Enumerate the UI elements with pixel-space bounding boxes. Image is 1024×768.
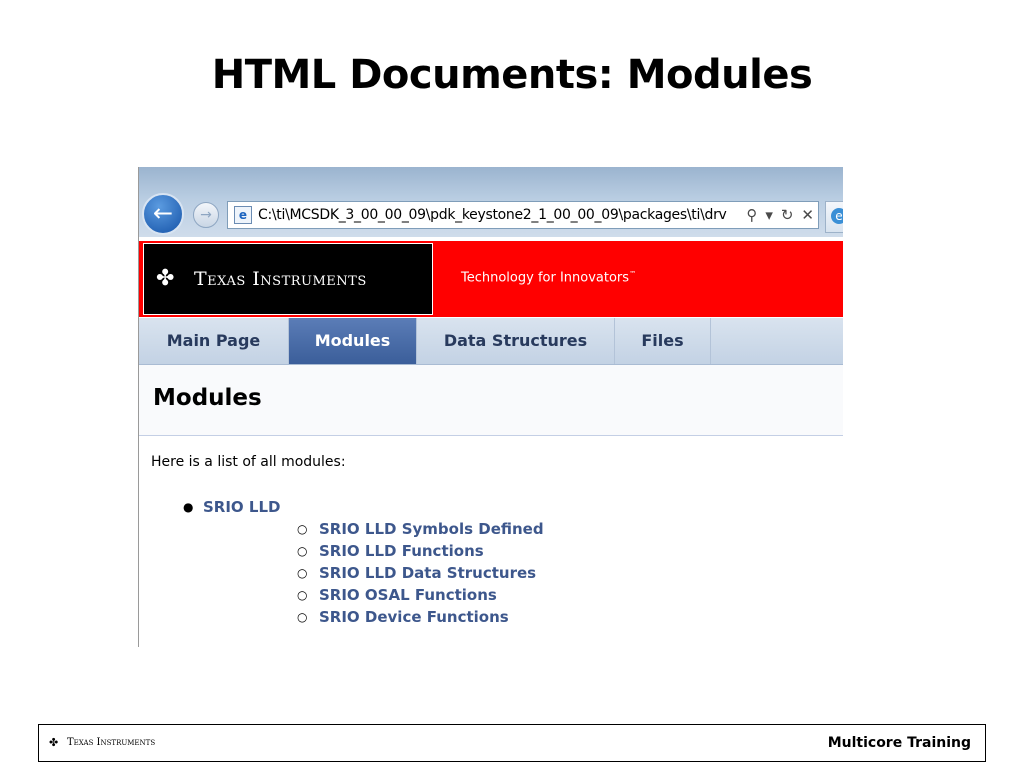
list-item: ○ SRIO LLD Symbols Defined (203, 518, 544, 540)
bullet-circle-icon: ○ (297, 588, 308, 602)
module-link[interactable]: SRIO OSAL Functions (319, 586, 497, 604)
browser-toolbar: ← → e C:\ti\MCSDK_3_00_00_09\pdk_keyston… (139, 167, 843, 237)
slide-title: HTML Documents: Modules (211, 52, 813, 98)
search-icon[interactable]: ⚲ (746, 206, 757, 224)
list-item: ○ SRIO OSAL Functions (203, 584, 544, 606)
bullet-disc-icon: ● (183, 500, 194, 514)
ti-bug-icon: ✤ (49, 736, 59, 749)
ti-wordmark: Texas Instruments (194, 268, 367, 290)
ie-tab-icon: e (831, 208, 843, 224)
page-title: Modules (153, 385, 262, 411)
module-link[interactable]: SRIO Device Functions (319, 608, 509, 626)
back-arrow-icon[interactable]: ← (142, 193, 184, 235)
forward-arrow-icon[interactable]: → (193, 202, 219, 228)
bullet-circle-icon: ○ (297, 610, 308, 624)
module-link[interactable]: SRIO LLD Functions (319, 542, 484, 560)
address-tools: ⚲ ▾ ↻ ✕ (738, 202, 818, 228)
dropdown-arrow-icon[interactable]: ▾ (765, 206, 773, 224)
page-header: Modules (139, 365, 843, 436)
list-item: ○ SRIO LLD Data Structures (203, 562, 544, 584)
tab-modules[interactable]: Modules (289, 318, 417, 364)
list-item: ● SRIO LLD ○ SRIO LLD Symbols Defined ○ SR… (139, 496, 544, 628)
ti-bug-icon: ✤ (156, 266, 175, 291)
address-text[interactable]: C:\ti\MCSDK_3_00_00_09\pdk_keystone2_1_0… (258, 207, 727, 223)
list-item: ○ SRIO LLD Functions (203, 540, 544, 562)
close-icon[interactable]: ✕ (801, 206, 814, 224)
tagline-trademark: ™ (629, 270, 637, 278)
footer-brand: Texas Instruments (67, 737, 156, 748)
module-link-srio-lld[interactable]: SRIO LLD (203, 498, 280, 516)
intro-text: Here is a list of all modules: (151, 454, 346, 470)
module-list: ● SRIO LLD ○ SRIO LLD Symbols Defined ○ SR… (139, 496, 544, 628)
footer-title: Multicore Training (827, 735, 971, 751)
ie-page-icon: e (234, 206, 252, 224)
tagline-text: Technology for Innovators (461, 270, 630, 286)
module-link[interactable]: SRIO LLD Data Structures (319, 564, 536, 582)
list-item: ○ SRIO Device Functions (203, 606, 544, 628)
browser-screenshot: ← → e C:\ti\MCSDK_3_00_00_09\pdk_keyston… (138, 167, 843, 647)
tab-main-page[interactable]: Main Page (139, 318, 289, 364)
bullet-circle-icon: ○ (297, 544, 308, 558)
bullet-circle-icon: ○ (297, 566, 308, 580)
slide-footer: ✤ Texas Instruments Multicore Training (38, 724, 986, 762)
address-bar[interactable]: e C:\ti\MCSDK_3_00_00_09\pdk_keystone2_1… (227, 201, 819, 229)
bullet-circle-icon: ○ (297, 522, 308, 536)
ti-banner: ✤ Texas Instruments Technology for Innov… (139, 241, 843, 317)
ti-logo[interactable]: ✤ Texas Instruments (143, 243, 433, 315)
module-link[interactable]: SRIO LLD Symbols Defined (319, 520, 544, 538)
tab-files[interactable]: Files (615, 318, 711, 364)
doc-navbar: Main Page Modules Data Structures Files (139, 318, 843, 365)
browser-tab[interactable]: e (825, 201, 843, 233)
ti-tagline: Technology for Innovators™ (461, 270, 636, 285)
submodule-list: ○ SRIO LLD Symbols Defined ○ SRIO LLD Func… (203, 518, 544, 628)
tab-data-structures[interactable]: Data Structures (417, 318, 615, 364)
refresh-icon[interactable]: ↻ (781, 206, 794, 224)
